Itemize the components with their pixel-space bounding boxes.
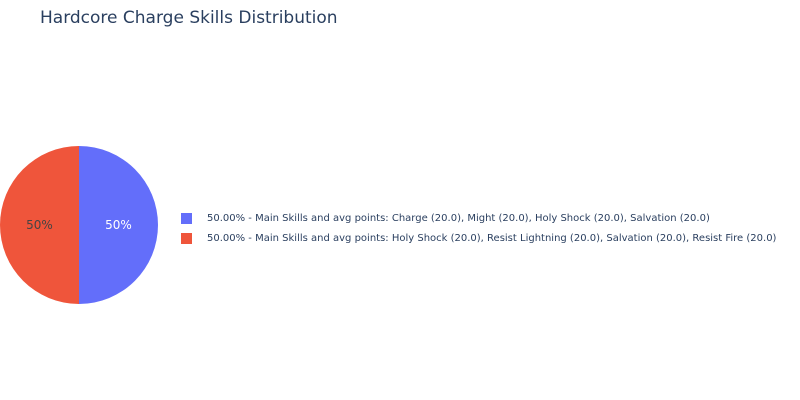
pie-chart: 50% 50% <box>0 146 158 304</box>
legend-label: 50.00% - Main Skills and avg points: Hol… <box>207 232 777 244</box>
slice-percent-label: 50% <box>26 218 53 232</box>
legend-item[interactable]: 50.00% - Main Skills and avg points: Hol… <box>181 228 776 248</box>
legend-swatch <box>181 232 192 244</box>
legend-swatch <box>181 212 192 224</box>
slice-percent-label: 50% <box>105 218 132 232</box>
legend-item[interactable]: 50.00% - Main Skills and avg points: Cha… <box>181 208 776 228</box>
legend: 50.00% - Main Skills and avg points: Cha… <box>181 208 776 248</box>
legend-label: 50.00% - Main Skills and avg points: Cha… <box>207 212 710 224</box>
